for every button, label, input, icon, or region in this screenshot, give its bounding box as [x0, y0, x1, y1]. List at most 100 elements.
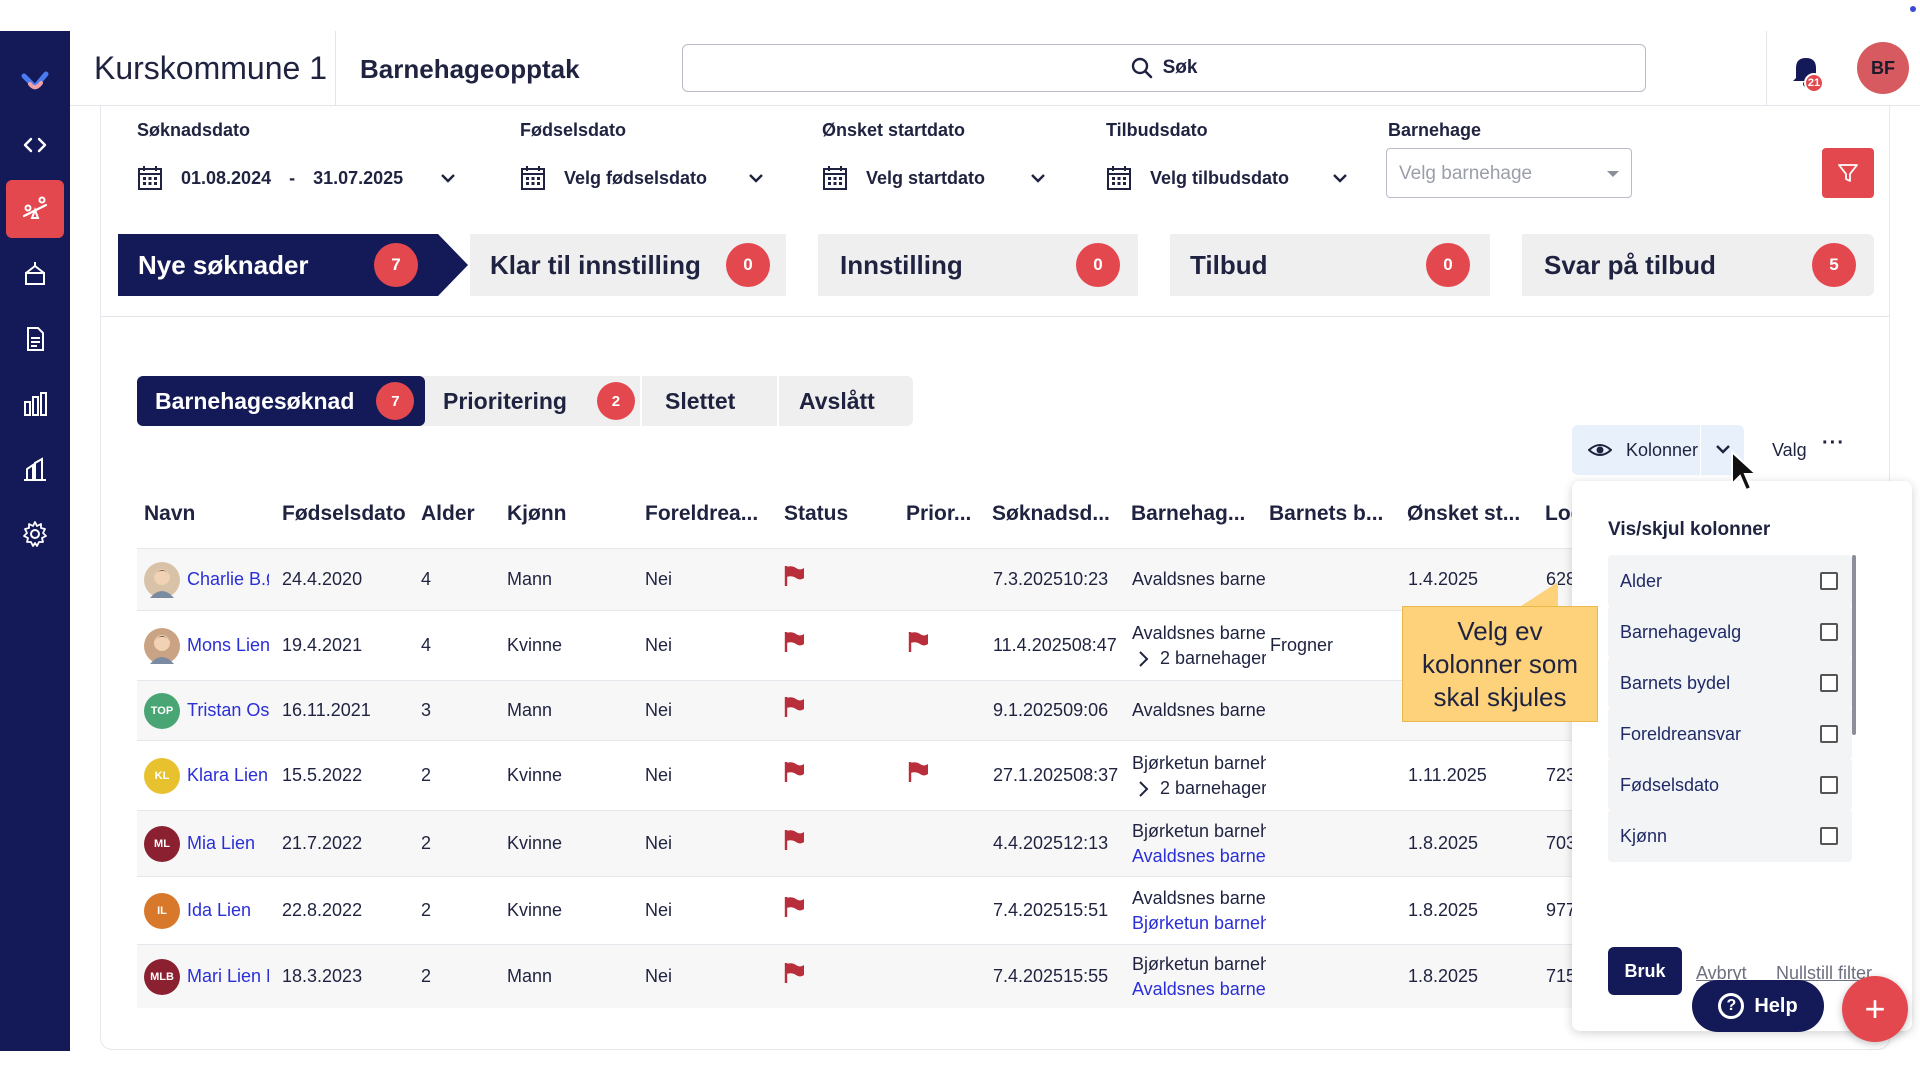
table-row[interactable]: Mons Lien 19.4.2021 4 Kvinne Nei 11.4.202508:… — [137, 610, 1577, 680]
child-name-link[interactable]: Mons Lien — [187, 635, 269, 656]
panel-scrollbar[interactable] — [1852, 555, 1856, 735]
seesaw-icon — [22, 196, 48, 219]
more-options-icon[interactable]: ··· — [1822, 432, 1845, 455]
table-row[interactable]: MLB Mari Lien Br 18.3.2023 2 Mann Nei 7.4.2025… — [137, 944, 1577, 1008]
table-row[interactable]: ML Mia Lien 21.7.2022 2 Kvinne Nei 4.4.202512:… — [137, 810, 1577, 876]
help-label: Help — [1754, 994, 1798, 1017]
child-name-link[interactable]: Mari Lien Br — [187, 966, 269, 987]
module-title: Barnehageopptak — [360, 54, 580, 84]
cell-barnehagevalg-2[interactable]: Bjørketun barneh — [1132, 913, 1266, 934]
tilbudsdato-picker[interactable]: Velg tilbudsdato — [1106, 158, 1349, 198]
stage-innstilling[interactable]: Innstilling 0 — [818, 234, 1138, 296]
column-option-alder[interactable]: Alder — [1608, 555, 1852, 607]
column-option-barnehagevalg[interactable]: Barnehagevalg — [1608, 606, 1852, 658]
filter-button[interactable] — [1822, 148, 1874, 198]
column-header-prioritering[interactable]: Prior... — [906, 502, 971, 526]
logo-icon[interactable] — [6, 53, 64, 111]
priority-flag-icon — [908, 762, 928, 782]
column-header-barnehagevalg[interactable]: Barnehag... — [1131, 502, 1245, 526]
table-row[interactable]: KL Klara Lien 15.5.2022 2 Kvinne Nei 27.1.2025… — [137, 740, 1577, 810]
table-row[interactable]: TOP Tristan Osw 16.11.2021 3 Mann Nei 9.1.2025… — [137, 680, 1577, 740]
tab-prioritering[interactable]: Prioritering 2 — [443, 376, 643, 426]
child-name-link[interactable]: Ida Lien — [187, 900, 269, 921]
checkbox[interactable] — [1820, 674, 1838, 692]
fodselsdato-picker[interactable]: Velg fødselsdato — [520, 158, 765, 198]
stage-count-badge: 7 — [374, 243, 418, 287]
kolonner-button[interactable]: Kolonner — [1572, 425, 1744, 475]
checkbox[interactable] — [1820, 827, 1838, 845]
cell-barnets-bydel: Frogner — [1270, 635, 1334, 655]
filter-label-startdato: Ønsket startdato — [822, 120, 966, 140]
cell-barnehagevalg-2[interactable]: Avaldsnes barneh — [1132, 846, 1266, 867]
column-header-foreldreansvar[interactable]: Foreldrea... — [645, 502, 758, 526]
cell-soknadsdato: 4.4.202512:13 — [993, 833, 1109, 853]
stage-svar-pa-tilbud[interactable]: Svar på tilbud 5 — [1522, 234, 1874, 296]
bar-chart-icon[interactable] — [6, 375, 64, 433]
cell-soknadsdato: 9.1.202509:06 — [993, 700, 1109, 720]
tab-avslatt[interactable]: Avslått — [799, 376, 899, 426]
apply-button[interactable]: Bruk — [1608, 947, 1682, 995]
checkbox[interactable] — [1820, 725, 1838, 743]
priority-flag-icon — [908, 632, 928, 652]
settings-gear-icon[interactable] — [6, 505, 64, 563]
chevron-right-icon[interactable] — [1137, 650, 1151, 668]
checkbox[interactable] — [1820, 776, 1838, 794]
soknadsdato-range-picker[interactable]: 01.08.2024 - 31.07.2025 — [137, 158, 457, 198]
status-flag-icon — [784, 762, 804, 782]
barnehage-select[interactable]: Velg barnehage — [1386, 148, 1632, 198]
app-title[interactable]: Kurskommune 1 — [94, 50, 327, 87]
document-icon[interactable] — [6, 310, 64, 368]
user-avatar[interactable]: BF — [1857, 42, 1909, 94]
checkbox[interactable] — [1820, 572, 1838, 590]
help-button[interactable]: ? Help — [1692, 980, 1824, 1032]
child-name-link[interactable]: Klara Lien — [187, 765, 269, 786]
column-option-fodselsdato[interactable]: Fødselsdato — [1608, 759, 1852, 811]
table-row[interactable]: Charlie B.Ø 24.4.2020 4 Mann Nei 7.3.202510:2… — [137, 548, 1577, 610]
child-name-link[interactable]: Tristan Osw — [187, 700, 269, 721]
stage-nye-soknader[interactable]: Nye søknader 7 — [118, 234, 438, 296]
child-name-link[interactable]: Charlie B.Ø — [187, 569, 269, 590]
cell-fodselsdato: 15.5.2022 — [282, 765, 363, 785]
tab-label: Slettet — [665, 387, 736, 414]
cell-kjonn: Mann — [507, 966, 553, 986]
stage-klar-til-innstilling[interactable]: Klar til innstilling 0 — [470, 234, 786, 296]
header-divider — [1766, 31, 1767, 106]
cell-barnehagevalg: Avaldsnes barneh — [1132, 569, 1266, 589]
column-option-barnets-bydel[interactable]: Barnets bydel — [1608, 657, 1852, 709]
add-button[interactable]: + — [1842, 976, 1908, 1042]
column-option-kjonn[interactable]: Kjønn — [1608, 810, 1852, 862]
stage-tilbud[interactable]: Tilbud 0 — [1170, 234, 1490, 296]
sidebar-item-opptak[interactable] — [6, 180, 64, 238]
tilbudsdato-value: Velg tilbudsdato — [1150, 167, 1290, 188]
tab-slettet[interactable]: Slettet — [665, 376, 765, 426]
cell-barnehagevalg: Bjørketun barneh — [1132, 954, 1266, 974]
stage-label: Tilbud — [1190, 249, 1268, 280]
column-header-navn[interactable]: Navn — [144, 502, 195, 526]
checkbox[interactable] — [1820, 623, 1838, 641]
cell-onsket-startdato: 1.8.2025 — [1408, 833, 1479, 853]
startdato-picker[interactable]: Velg startdato — [822, 158, 1047, 198]
column-header-barnets-bydel[interactable]: Barnets b... — [1269, 502, 1383, 526]
child-name-link[interactable]: Mia Lien — [187, 833, 269, 854]
table-row[interactable]: IL Ida Lien 22.8.2022 2 Kvinne Nei 7.4.202515:… — [137, 876, 1577, 944]
column-header-onsket-startdato[interactable]: Ønsket st... — [1407, 502, 1520, 526]
column-header-status[interactable]: Status — [784, 502, 848, 526]
column-option-foreldreansvar[interactable]: Foreldreansvar — [1608, 708, 1852, 760]
date-from: 01.08.2024 — [181, 167, 272, 188]
column-header-alder[interactable]: Alder — [421, 502, 475, 526]
cell-soknadsdato: 7.4.202515:51 — [993, 900, 1109, 920]
cell-barnehagevalg: Avaldsnes barneh — [1132, 700, 1266, 720]
kindergarten-icon[interactable] — [6, 245, 64, 303]
cell-barnehagevalg-2[interactable]: Avaldsnes barneh — [1132, 979, 1266, 1000]
cell-foreldreansvar: Nei — [645, 700, 673, 720]
column-header-kjonn[interactable]: Kjønn — [507, 502, 566, 526]
buildings-icon[interactable] — [6, 440, 64, 498]
tab-barnehagesoknad[interactable]: Barnehagesøknad 7 — [137, 376, 425, 426]
stage-count-badge: 0 — [1426, 243, 1470, 287]
valg-button[interactable]: Valg — [1772, 440, 1807, 461]
code-icon[interactable] — [6, 116, 64, 174]
chevron-right-icon[interactable] — [1137, 780, 1151, 798]
column-header-soknadsdato[interactable]: Søknadsd... — [992, 502, 1110, 526]
search-input[interactable]: Søk — [682, 44, 1646, 92]
column-header-fodselsdato[interactable]: Fødselsdato — [282, 502, 406, 526]
